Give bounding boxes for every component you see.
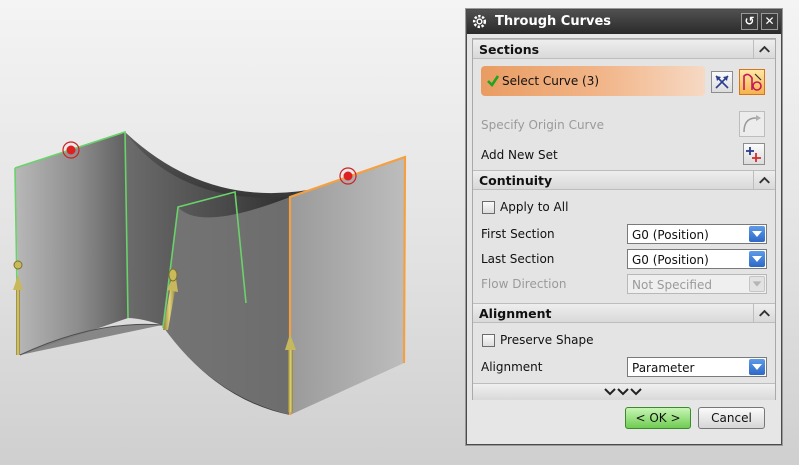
dialog-title: Through Curves — [495, 14, 612, 29]
continuity-header-label: Continuity — [479, 173, 553, 188]
reset-button[interactable]: ↺ — [741, 13, 758, 30]
flow-direction-select[interactable]: Not Specified — [627, 274, 767, 294]
close-icon: ✕ — [764, 14, 775, 28]
flow-direction-row: Flow Direction Not Specified — [473, 271, 775, 297]
dialog-content: Sections Select Curve (3) Specify Origin… — [472, 38, 776, 400]
last-section-select[interactable]: G0 (Position) — [627, 249, 767, 269]
curve-select-button[interactable] — [739, 69, 765, 95]
alignment-select[interactable]: Parameter — [627, 357, 767, 377]
cancel-button[interactable]: Cancel — [698, 407, 765, 429]
preserve-shape-label: Preserve Shape — [500, 333, 594, 347]
specify-origin-label: Specify Origin Curve — [481, 118, 604, 132]
select-curve-label: Select Curve (3) — [502, 74, 600, 88]
expand-more-icon[interactable] — [603, 386, 643, 398]
chevron-down-icon — [749, 276, 765, 292]
reset-icon: ↺ — [744, 14, 755, 28]
alignment-header[interactable]: Alignment — [473, 303, 775, 323]
through-curves-dialog: Through Curves ↺ ✕ Sections Select Curve… — [466, 9, 782, 445]
first-section-row: First Section G0 (Position) — [473, 221, 775, 247]
chevron-down-icon[interactable] — [749, 251, 765, 267]
curve-select-icon — [743, 73, 762, 91]
first-section-label: First Section — [481, 227, 555, 241]
first-section-value: G0 (Position) — [632, 228, 709, 242]
first-section-select[interactable]: G0 (Position) — [627, 224, 767, 244]
alignment-row: Alignment Parameter — [473, 354, 775, 380]
alignment-header-label: Alignment — [479, 306, 552, 321]
origin-curve-icon — [743, 115, 761, 133]
ok-button[interactable]: < OK > — [625, 407, 691, 429]
last-section-row: Last Section G0 (Position) — [473, 246, 775, 272]
add-new-set-button[interactable] — [743, 143, 765, 165]
chevron-down-icon[interactable] — [749, 226, 765, 242]
close-button[interactable]: ✕ — [761, 13, 778, 30]
add-new-set-label: Add New Set — [481, 148, 558, 162]
chevron-up-icon[interactable] — [753, 171, 775, 189]
specify-origin-button[interactable] — [739, 111, 765, 137]
chevron-down-icon[interactable] — [749, 359, 765, 375]
reverse-direction-icon — [715, 75, 729, 89]
flow-direction-value: Not Specified — [632, 278, 712, 292]
reverse-direction-button[interactable] — [711, 71, 733, 93]
dialog-titlebar[interactable]: Through Curves ↺ ✕ — [467, 10, 781, 34]
more-options-bar[interactable] — [473, 383, 775, 400]
sections-header-label: Sections — [479, 42, 540, 57]
last-section-value: G0 (Position) — [632, 253, 709, 267]
add-new-set-row: Add New Set — [473, 142, 775, 168]
alignment-value: Parameter — [632, 361, 695, 375]
last-section-label: Last Section — [481, 252, 555, 266]
select-curve-row[interactable]: Select Curve (3) — [481, 66, 705, 96]
apply-to-all-label: Apply to All — [500, 200, 569, 214]
apply-to-all-checkbox[interactable] — [482, 201, 495, 214]
chevron-up-icon[interactable] — [753, 304, 775, 322]
flow-direction-label: Flow Direction — [481, 277, 567, 291]
preserve-shape-checkbox[interactable] — [482, 334, 495, 347]
alignment-label: Alignment — [481, 360, 543, 374]
check-icon — [487, 75, 500, 88]
chevron-up-icon[interactable] — [753, 40, 775, 58]
specify-origin-row: Specify Origin Curve — [473, 112, 775, 138]
continuity-header[interactable]: Continuity — [473, 170, 775, 190]
sections-header[interactable]: Sections — [473, 39, 775, 59]
add-set-icon — [746, 147, 761, 162]
gear-icon[interactable] — [471, 13, 488, 30]
